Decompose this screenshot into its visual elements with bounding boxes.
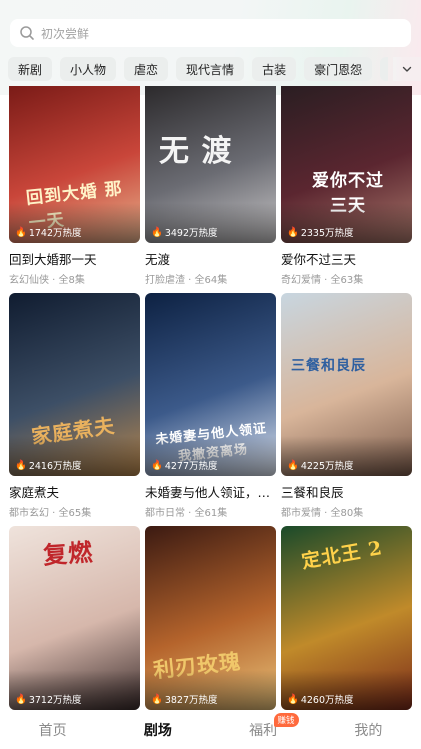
- drama-poster[interactable]: 复燃 🔥 3712万热度: [9, 526, 140, 710]
- drama-meta: 奇幻爱情 · 全63集: [281, 275, 364, 286]
- tab-welfare[interactable]: 福利 赚钱: [211, 710, 316, 749]
- drama-card[interactable]: 家庭煮夫 🔥 2416万热度 家庭煮夫 都市玄幻 · 全65集: [9, 293, 140, 519]
- flame-icon: 🔥: [287, 226, 299, 238]
- tab-welfare-label: 福利: [249, 722, 278, 739]
- heat-label: 🔥 4277万热度: [151, 459, 218, 473]
- tag-little-people[interactable]: 小人物: [60, 57, 117, 81]
- drama-poster[interactable]: 无 渡 🔥 3492万热度: [145, 86, 276, 243]
- drama-card[interactable]: 定北王 2 🔥 4260万热度: [281, 526, 412, 710]
- poster-title-art: 三餐和良辰: [291, 358, 366, 374]
- chevron-down-icon: [401, 60, 413, 79]
- tab-me-label: 我的: [354, 722, 383, 739]
- heat-label: 🔥 2416万热度: [15, 459, 82, 473]
- tab-home-label: 首页: [38, 722, 67, 739]
- tag-costume[interactable]: 古装: [252, 57, 297, 81]
- drama-title: 未婚妻与他人领证，我撤资离场: [145, 485, 276, 500]
- poster-title-art: 无 渡: [159, 134, 233, 169]
- drama-card[interactable]: 未婚妻与他人领证 我撤资离场 🔥4277万热度 未婚妻与他人领证，我撤资离场 都…: [145, 293, 276, 519]
- tag-angst-romance[interactable]: 虐恋: [124, 57, 169, 81]
- flame-icon: 🔥: [151, 693, 163, 705]
- drama-card[interactable]: 回到大婚 那一天 🔥 1742万热度 回到大婚那一天 玄幻仙侠 · 全8集: [9, 86, 140, 286]
- drama-meta: 玄幻仙侠 · 全8集: [9, 275, 85, 286]
- drama-meta: 都市玄幻 · 全65集: [9, 508, 92, 519]
- expand-tags-button[interactable]: [393, 57, 421, 81]
- drama-title: 回到大婚那一天: [9, 252, 97, 267]
- drama-poster[interactable]: 利刃玫瑰 🔥 3827万热度: [145, 526, 276, 710]
- drama-meta: 都市日常 · 全61集: [145, 508, 228, 519]
- heat-label: 🔥 3492万热度: [151, 226, 218, 240]
- flame-icon: 🔥: [15, 459, 27, 471]
- drama-poster[interactable]: 回到大婚 那一天 🔥 1742万热度: [9, 86, 140, 243]
- tab-theater[interactable]: 剧场: [105, 710, 210, 749]
- heat-label: 🔥 3827万热度: [151, 693, 218, 707]
- tab-theater-label: 剧场: [143, 722, 172, 739]
- drama-poster[interactable]: 三餐和良辰 🔥 4225万热度: [281, 293, 412, 476]
- drama-title: 爱你不过三天: [281, 252, 357, 267]
- drama-card[interactable]: 利刃玫瑰 🔥 3827万热度: [145, 526, 276, 710]
- drama-meta: 打脸虐渣 · 全64集: [145, 275, 228, 286]
- tab-home[interactable]: 首页: [0, 710, 105, 749]
- search-placeholder: 初次尝鲜: [41, 26, 90, 41]
- heat-label: 🔥 1742万热度: [15, 226, 82, 240]
- flame-icon: 🔥: [287, 459, 299, 471]
- drama-card[interactable]: 无 渡 🔥 3492万热度 无渡 打脸虐渣 · 全64集: [145, 86, 276, 286]
- heat-label: 🔥 4260万热度: [287, 693, 354, 707]
- search-icon: [19, 25, 35, 41]
- drama-card[interactable]: 三餐和良辰 🔥 4225万热度 三餐和良辰 都市爱情 · 全80集: [281, 293, 412, 519]
- flame-icon: 🔥: [287, 693, 299, 705]
- bottom-tab-bar: 首页 剧场 福利 赚钱 我的: [0, 710, 421, 749]
- drama-title: 无渡: [145, 252, 171, 267]
- flame-icon: 🔥: [15, 693, 27, 705]
- drama-meta: 都市爱情 · 全80集: [281, 508, 364, 519]
- poster-title-art: 定北王 2: [299, 537, 385, 573]
- category-tags: 新剧 小人物 虐恋 现代言情 古装 豪门恩怨 打脸: [8, 57, 388, 81]
- flame-icon: 🔥: [15, 226, 27, 238]
- drama-poster[interactable]: 未婚妻与他人领证 我撤资离场 🔥4277万热度: [145, 293, 276, 476]
- drama-title: 三餐和良辰: [281, 485, 344, 500]
- drama-poster[interactable]: 爱你不过 三天 🔥2335万热度: [281, 86, 412, 243]
- drama-poster[interactable]: 定北王 2 🔥 4260万热度: [281, 526, 412, 710]
- drama-poster[interactable]: 家庭煮夫 🔥 2416万热度: [9, 293, 140, 476]
- tag-new[interactable]: 新剧: [8, 57, 53, 81]
- earn-badge: 赚钱: [273, 713, 299, 727]
- drama-card[interactable]: 爱你不过 三天 🔥2335万热度 爱你不过三天 奇幻爱情 · 全63集: [281, 86, 412, 286]
- tag-modern-romance[interactable]: 现代言情: [176, 57, 245, 81]
- heat-label: 🔥 3712万热度: [15, 693, 82, 707]
- drama-card[interactable]: 复燃 🔥 3712万热度: [9, 526, 140, 710]
- flame-icon: 🔥: [151, 226, 163, 238]
- search-bar[interactable]: 初次尝鲜: [10, 19, 411, 47]
- tag-rich-family[interactable]: 豪门恩怨: [304, 57, 373, 81]
- tab-me[interactable]: 我的: [316, 710, 421, 749]
- flame-icon: 🔥: [151, 459, 163, 471]
- drama-title: 家庭煮夫: [9, 485, 60, 500]
- drama-grid: 回到大婚 那一天 🔥 1742万热度 回到大婚那一天 玄幻仙侠 · 全8集 无 渡…: [0, 86, 421, 710]
- heat-label: 🔥 4225万热度: [287, 459, 354, 473]
- heat-label: 🔥 2335万热度: [287, 226, 354, 240]
- tag-face-slap[interactable]: 打脸: [380, 57, 388, 81]
- poster-title-art: 复燃: [42, 537, 95, 570]
